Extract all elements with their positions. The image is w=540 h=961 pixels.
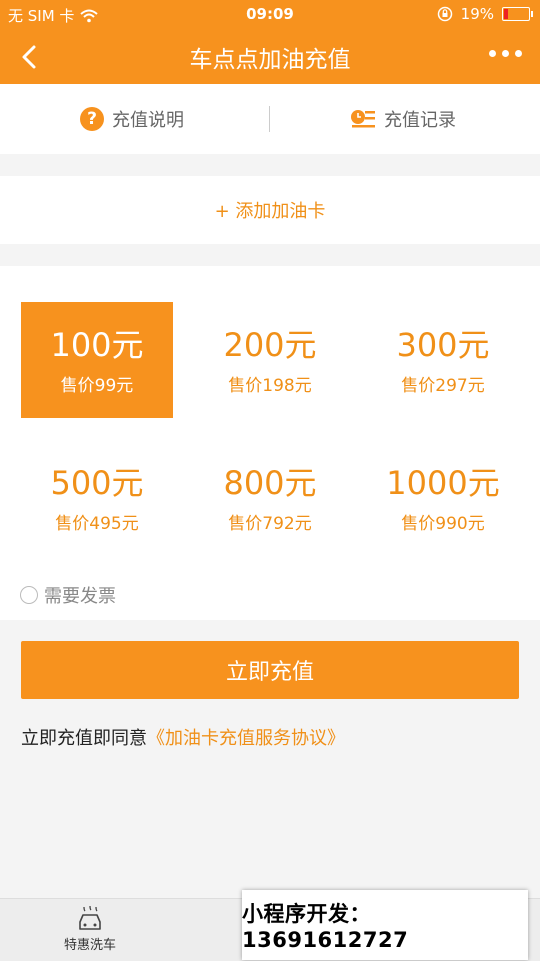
add-fuel-card-label: + 添加加油卡 xyxy=(214,201,326,222)
amount-face-value: 1000元 xyxy=(386,463,500,502)
agreement-prefix: 立即充值即同意 xyxy=(21,728,147,749)
tab-records[interactable]: 充值记录 xyxy=(350,84,456,154)
agreement-link[interactable]: 《加油卡充值服务协议》 xyxy=(147,728,345,749)
question-icon: ? xyxy=(80,107,104,131)
amount-option-1000[interactable]: 1000元 售价990元 xyxy=(367,440,519,556)
battery-percent: 19% xyxy=(460,5,494,23)
add-fuel-card-button[interactable]: + 添加加油卡 xyxy=(0,176,540,244)
amount-sale-price: 售价990元 xyxy=(401,513,485,534)
car-wash-icon xyxy=(79,905,101,930)
amount-option-300[interactable]: 300元 售价297元 xyxy=(367,302,519,418)
invoice-checkbox[interactable]: 需要发票 xyxy=(20,582,116,608)
amount-sale-price: 售价297元 xyxy=(401,375,485,396)
recharge-button[interactable]: 立即充值 xyxy=(21,641,519,699)
recharge-button-label: 立即充值 xyxy=(225,660,314,685)
tab-records-label: 充值记录 xyxy=(384,110,456,131)
amount-face-value: 800元 xyxy=(223,463,317,502)
amount-sale-price: 售价198元 xyxy=(228,375,312,396)
promo-text: 小程序开发：13691612727 xyxy=(242,902,409,952)
tab-instructions-label: 充值说明 xyxy=(112,110,184,131)
info-tabs: ? 充值说明 充值记录 xyxy=(0,84,540,154)
nav-bar: 车点点加油充值 xyxy=(0,30,540,84)
battery-icon xyxy=(502,7,533,21)
amount-option-200[interactable]: 200元 售价198元 xyxy=(194,302,346,418)
records-icon xyxy=(351,110,375,128)
amount-option-500[interactable]: 500元 售价495元 xyxy=(21,440,173,556)
page-title: 车点点加油充值 xyxy=(189,47,351,73)
amount-sale-price: 售价495元 xyxy=(55,513,139,534)
top-bar: 无 SIM 卡 09:09 19% 车点点加油充值 xyxy=(0,0,540,84)
bottom-tab-car-wash[interactable]: 特惠洗车 xyxy=(50,904,130,953)
amount-option-100[interactable]: 100元 售价99元 xyxy=(21,302,173,418)
amount-option-800[interactable]: 800元 售价792元 xyxy=(194,440,346,556)
amount-face-value: 100元 xyxy=(50,325,144,364)
amount-face-value: 300元 xyxy=(396,325,490,364)
tab-divider xyxy=(269,106,270,132)
car-wash-label: 特惠洗车 xyxy=(63,938,116,953)
amount-options: 100元 售价99元 200元 售价198元 300元 售价297元 500元 … xyxy=(0,266,540,620)
amount-sale-price: 售价99元 xyxy=(60,375,134,396)
invoice-radio-icon xyxy=(20,586,38,604)
more-dots-icon[interactable] xyxy=(489,50,522,57)
promo-overlay: 小程序开发：13691612727 xyxy=(242,890,528,960)
amount-face-value: 200元 xyxy=(223,325,317,364)
status-bar: 无 SIM 卡 09:09 19% xyxy=(0,0,540,30)
rotation-lock-icon xyxy=(437,6,452,22)
tab-instructions[interactable]: ? 充值说明 xyxy=(80,84,184,154)
agreement-text: 立即充值即同意《加油卡充值服务协议》 xyxy=(21,724,345,750)
amount-sale-price: 售价792元 xyxy=(228,513,312,534)
invoice-label: 需要发票 xyxy=(44,586,116,607)
amount-face-value: 500元 xyxy=(50,463,144,502)
